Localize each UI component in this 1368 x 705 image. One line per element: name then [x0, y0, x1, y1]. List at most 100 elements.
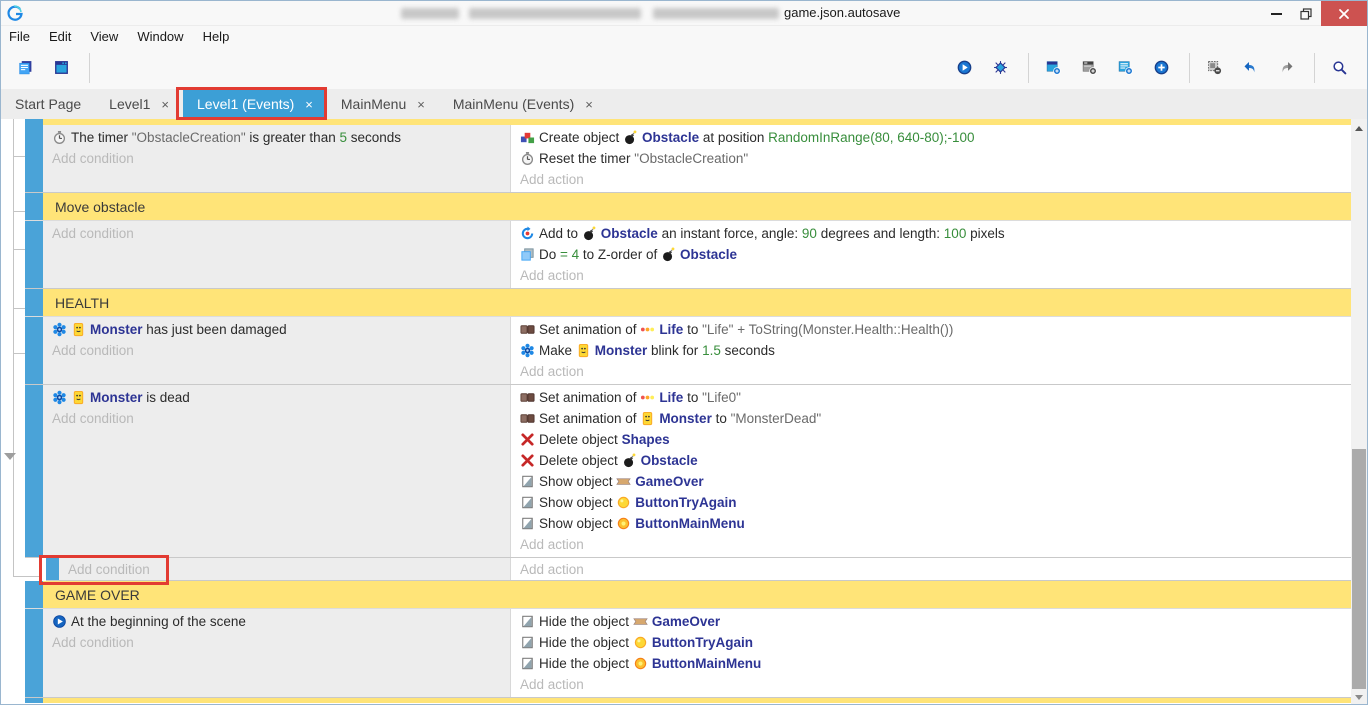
group-header[interactable]: HEALTH [43, 289, 1351, 316]
condition-line[interactable]: Monster is dead [43, 387, 510, 408]
tab-close-icon[interactable]: × [585, 97, 593, 112]
tab-mainmenu[interactable]: MainMenu × [327, 89, 439, 119]
action-line[interactable]: Make Monster blink for 1.5 seconds [511, 340, 1351, 361]
condition-line[interactable]: The timer "ObstacleCreation" is greater … [43, 127, 510, 148]
menu-view[interactable]: View [90, 29, 118, 44]
gdevelop-logo-icon [6, 4, 24, 22]
group-header[interactable]: GAME OVER [43, 581, 1351, 608]
menu-edit[interactable]: Edit [49, 29, 71, 44]
group-header[interactable]: Move obstacle [43, 193, 1351, 220]
minimize-button[interactable] [1261, 1, 1291, 26]
action-line[interactable]: Delete object Obstacle [511, 450, 1351, 471]
menu-window[interactable]: Window [137, 29, 183, 44]
events-sheet: The timer "ObstacleCreation" is greater … [1, 119, 1367, 705]
undo-icon [1243, 60, 1258, 75]
text-segment: seconds [721, 343, 775, 358]
text-segment: to [683, 390, 702, 405]
action-line[interactable]: Set animation of Life to "Life0" [511, 387, 1351, 408]
action-line[interactable]: Show object GameOver [511, 471, 1351, 492]
restore-button[interactable] [1291, 1, 1321, 26]
add-condition-button[interactable]: Add condition [43, 632, 510, 653]
condition-line[interactable]: At the beginning of the scene [43, 611, 510, 632]
menu-help[interactable]: Help [203, 29, 230, 44]
action-line[interactable]: Show object ButtonMainMenu [511, 513, 1351, 534]
close-button[interactable] [1321, 1, 1367, 26]
tab-close-icon[interactable]: × [161, 97, 169, 112]
event-row: Monster has just been damagedAdd conditi… [25, 317, 1351, 385]
scrollbar-thumb[interactable] [1352, 449, 1366, 689]
add-action-button[interactable]: Add action [511, 534, 1351, 555]
action-line[interactable]: Hide the object ButtonMainMenu [511, 653, 1351, 674]
add-subevent-button[interactable] [1073, 50, 1109, 86]
toolbar-divider [1189, 53, 1190, 83]
add-event-button[interactable] [1037, 50, 1073, 86]
action-line[interactable]: Do = 4 to Z-order of Obstacle [511, 244, 1351, 265]
action-line[interactable]: Reset the timer "ObstacleCreation" [511, 148, 1351, 169]
event-selection-bar [25, 385, 43, 557]
delete-cross-icon [520, 453, 535, 468]
add-action-button[interactable]: Add action [511, 674, 1351, 695]
scroll-up-arrow[interactable] [1351, 121, 1367, 135]
bomb-icon [582, 226, 597, 241]
add-more-button[interactable] [1145, 50, 1181, 86]
visibility-icon [520, 516, 535, 531]
add-condition-button[interactable]: Add condition [43, 340, 510, 361]
button-orange-icon [616, 516, 631, 531]
action-line[interactable]: Set animation of Life to "Life" + ToStri… [511, 319, 1351, 340]
visibility-icon [520, 474, 535, 489]
action-line[interactable]: Create object Obstacle at position Rando… [511, 127, 1351, 148]
undo-button[interactable] [1234, 50, 1270, 86]
add-condition-button[interactable]: Add condition [43, 148, 510, 169]
menu-file[interactable]: File [9, 29, 30, 44]
add-action-button[interactable]: Add action [511, 169, 1351, 190]
text-segment: Do [539, 247, 560, 262]
conditions-column: Add condition [43, 221, 511, 288]
tab-label: MainMenu (Events) [453, 96, 574, 112]
add-comment-button[interactable] [1109, 50, 1145, 86]
action-line[interactable]: Hide the object GameOver [511, 611, 1351, 632]
text-segment: 1.5 [702, 343, 721, 358]
delete-selection-button[interactable] [1198, 50, 1234, 86]
object-name: Monster [595, 343, 648, 358]
add-action-button[interactable]: Add action [511, 265, 1351, 286]
toolbar-divider [1028, 53, 1029, 83]
tab-close-icon[interactable]: × [417, 97, 425, 112]
scroll-down-arrow[interactable] [1351, 690, 1367, 704]
vertical-scrollbar[interactable] [1351, 119, 1367, 705]
add-condition-button[interactable]: Add condition [43, 408, 510, 429]
search-button[interactable] [1323, 50, 1359, 86]
project-manager-button[interactable] [9, 50, 45, 86]
text-segment: At the beginning of the scene [71, 614, 246, 629]
tab-level1[interactable]: Level1 × [95, 89, 183, 119]
action-line[interactable]: Hide the object ButtonTryAgain [511, 632, 1351, 653]
action-line[interactable]: Add to Obstacle an instant force, angle:… [511, 223, 1351, 244]
text-segment: to Z-order of [579, 247, 661, 262]
create-object-icon [520, 130, 535, 145]
title-bar: game.json.autosave [1, 1, 1367, 26]
preview-play-button[interactable] [948, 50, 984, 86]
visibility-icon [520, 495, 535, 510]
add-action-button[interactable]: Add action [511, 558, 1351, 580]
action-line[interactable]: Delete object Shapes [511, 429, 1351, 450]
object-name: Life [659, 390, 683, 405]
tab-mainmenu-events[interactable]: MainMenu (Events) × [439, 89, 607, 119]
tab-start-page[interactable]: Start Page [1, 89, 95, 119]
action-line[interactable]: Set animation of Monster to "MonsterDead… [511, 408, 1351, 429]
action-line[interactable]: Show object ButtonTryAgain [511, 492, 1351, 513]
conditions-column: At the beginning of the scene Add conditi… [43, 609, 511, 697]
toolbar-divider [89, 53, 90, 83]
button-yellow-icon [616, 495, 631, 510]
bomb-icon [622, 453, 637, 468]
button-orange-icon [633, 656, 648, 671]
debugger-bug-button[interactable] [984, 50, 1020, 86]
text-segment: 90 [802, 226, 817, 241]
redo-button[interactable] [1270, 50, 1306, 86]
menu-bar: File Edit View Window Help [1, 26, 1367, 46]
add-condition-button[interactable]: Add condition [43, 223, 510, 244]
object-name: Monster [90, 322, 143, 337]
text-segment: 100 [944, 226, 967, 241]
add-action-button[interactable]: Add action [511, 361, 1351, 382]
scene-editor-button[interactable] [45, 50, 81, 86]
condition-line[interactable]: Monster has just been damaged [43, 319, 510, 340]
redacted-title-text [653, 8, 779, 19]
